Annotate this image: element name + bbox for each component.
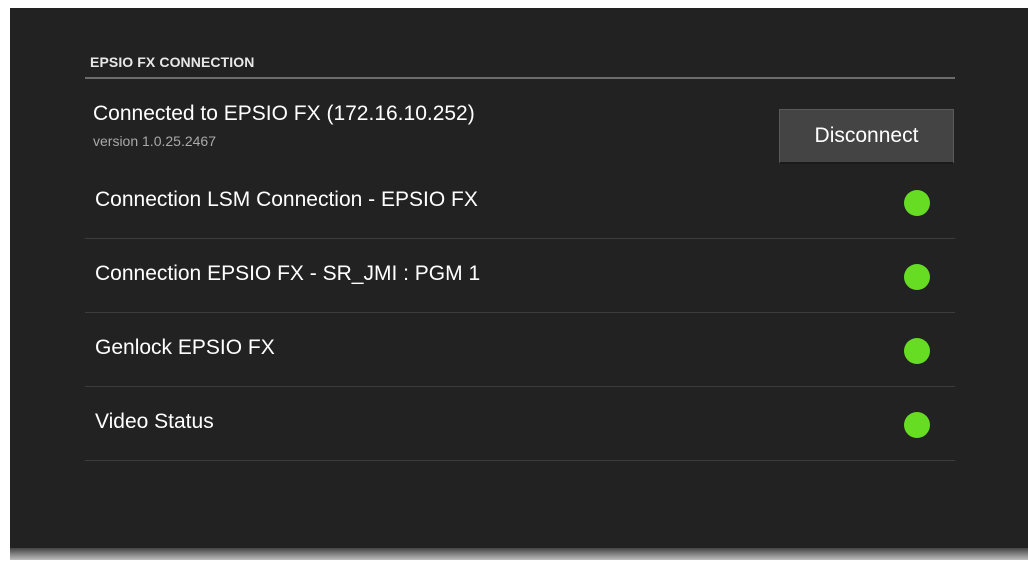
status-label: Connection EPSIO FX - SR_JMI : PGM 1 <box>95 262 481 285</box>
status-row-lsm-connection: Connection LSM Connection - EPSIO FX <box>85 165 955 239</box>
status-indicator-icon <box>904 190 930 216</box>
section-title: EPSIO FX CONNECTION <box>85 48 955 79</box>
status-row-epsio-pgm: Connection EPSIO FX - SR_JMI : PGM 1 <box>85 239 955 313</box>
status-indicator-icon <box>904 264 930 290</box>
status-indicator-icon <box>904 338 930 364</box>
connection-info-row: Connected to EPSIO FX (172.16.10.252) ve… <box>85 79 955 165</box>
status-row-genlock: Genlock EPSIO FX <box>85 313 955 387</box>
status-indicator-icon <box>904 412 930 438</box>
status-label: Video Status <box>95 410 214 433</box>
status-label: Connection LSM Connection - EPSIO FX <box>95 188 478 211</box>
connection-status-text: Connected to EPSIO FX (172.16.10.252) <box>93 102 475 125</box>
bottom-shadow <box>10 548 1028 560</box>
disconnect-button[interactable]: Disconnect <box>779 109 954 164</box>
version-text: version 1.0.25.2467 <box>93 133 216 149</box>
status-list: Connection LSM Connection - EPSIO FX Con… <box>85 165 955 461</box>
epsio-connection-panel: EPSIO FX CONNECTION Connected to EPSIO F… <box>85 48 955 461</box>
status-row-video-status: Video Status <box>85 387 955 461</box>
status-label: Genlock EPSIO FX <box>95 336 275 359</box>
